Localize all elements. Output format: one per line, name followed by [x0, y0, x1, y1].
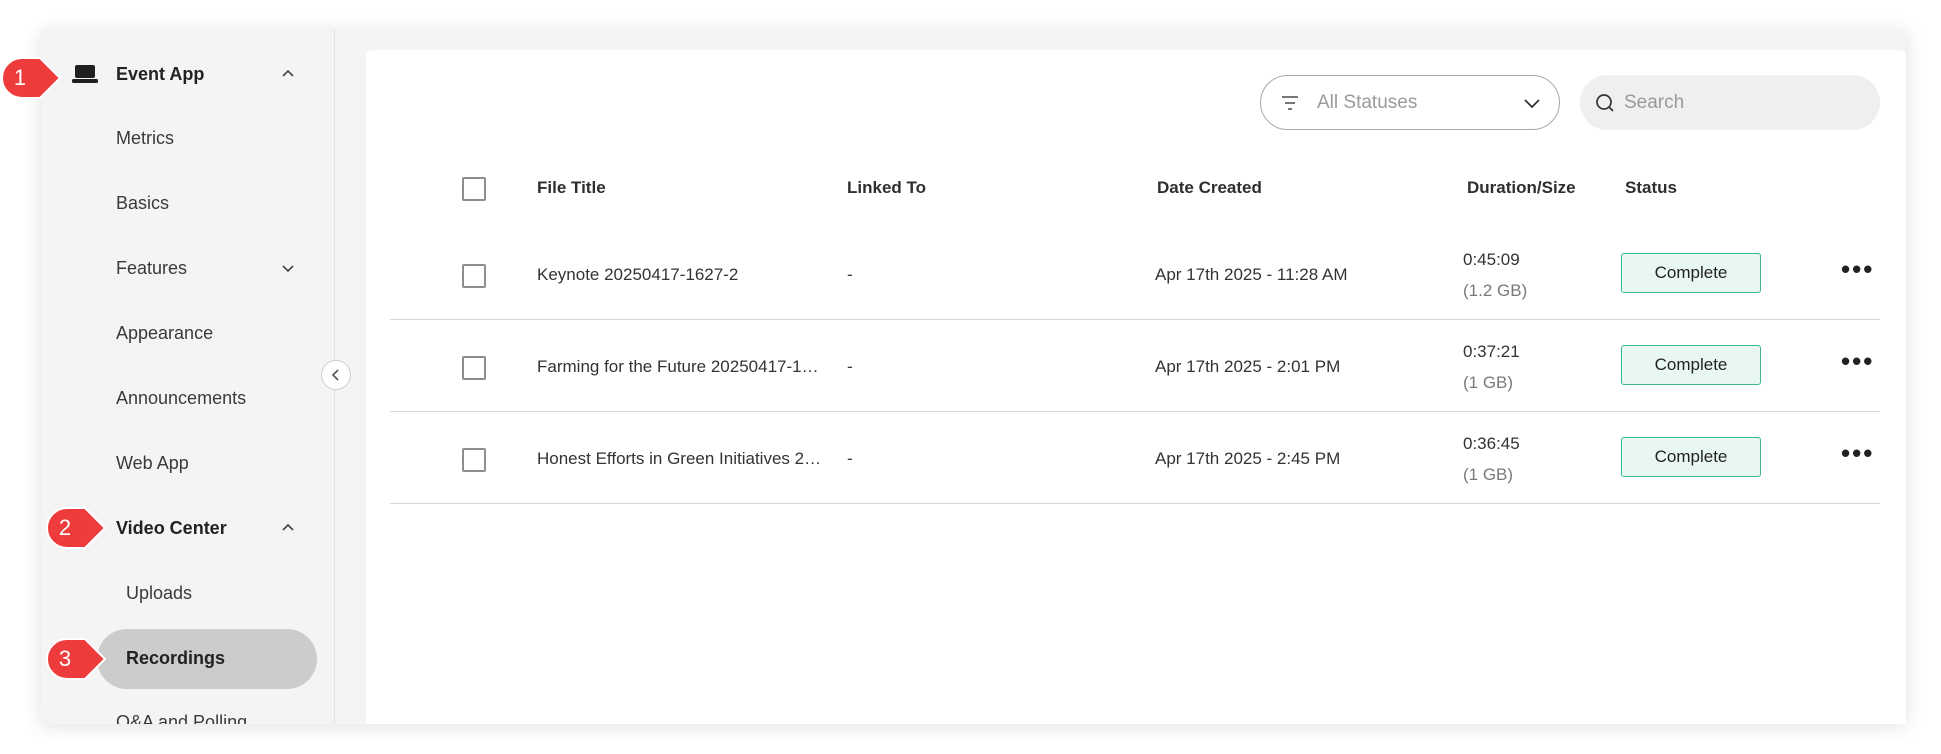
filter-icon [1282, 96, 1298, 110]
size-value: (1.2 GB) [1463, 281, 1528, 300]
select-all-checkbox[interactable] [462, 177, 486, 201]
callout-marker-2: 2 [45, 506, 107, 550]
sidebar-item-qa-polling[interactable]: Q&A and Polling [41, 697, 334, 725]
callout-number: 2 [58, 515, 72, 540]
duration-value: 0:36:45 [1463, 434, 1520, 453]
sidebar-item-label: Uploads [126, 582, 193, 603]
duration-size-cell: 0:45:09 (1.2 GB) [1463, 244, 1527, 306]
date-created-cell: Apr 17th 2025 - 2:01 PM [1155, 357, 1341, 376]
duration-size-cell: 0:37:21 (1 GB) [1463, 336, 1520, 398]
date-created-cell: Apr 17th 2025 - 11:28 AM [1155, 265, 1348, 284]
chevron-up-icon[interactable] [281, 67, 295, 81]
chevron-left-icon [331, 369, 339, 381]
status-filter-select[interactable]: All Statuses [1260, 75, 1560, 130]
table-row[interactable]: Farming for the Future 20250417-1… - Apr… [390, 320, 1880, 412]
duration-size-cell: 0:36:45 (1 GB) [1463, 428, 1520, 490]
status-badge: Complete [1621, 437, 1761, 477]
status-badge: Complete [1621, 253, 1761, 293]
sidebar: Event App Metrics Basics Features Appear… [41, 30, 335, 724]
callout-marker-3: 3 [45, 637, 107, 681]
collapse-sidebar-button[interactable] [321, 360, 351, 390]
search-icon [1596, 94, 1614, 112]
size-value: (1 GB) [1463, 465, 1514, 484]
table-row[interactable]: Keynote 20250417-1627-2 - Apr 17th 2025 … [390, 228, 1880, 320]
app-window: Event App Metrics Basics Features Appear… [41, 30, 1906, 724]
callout-number: 1 [13, 65, 27, 90]
sidebar-item-event-app[interactable]: Event App [41, 49, 334, 99]
duration-value: 0:45:09 [1463, 250, 1520, 269]
sidebar-item-label: Appearance [116, 322, 214, 343]
file-title-cell[interactable]: Keynote 20250417-1627-2 [537, 265, 827, 285]
sidebar-item-label: Features [116, 257, 188, 278]
sidebar-item-metrics[interactable]: Metrics [41, 113, 334, 163]
sidebar-item-label: Video Center [116, 517, 227, 538]
status-badge: Complete [1621, 345, 1761, 385]
laptop-icon [72, 65, 98, 83]
linked-to-cell: - [847, 449, 853, 468]
more-options-button[interactable]: ••• [1841, 346, 1874, 377]
date-created-cell: Apr 17th 2025 - 2:45 PM [1155, 449, 1341, 468]
sidebar-item-label: Web App [116, 452, 189, 473]
recordings-panel: All Statuses File Title Linked To Date C… [366, 50, 1906, 724]
callout-number: 3 [58, 646, 72, 671]
linked-to-cell: - [847, 357, 853, 376]
file-title-cell[interactable]: Honest Efforts in Green Initiatives 2… [537, 449, 827, 469]
callout-marker-1: 1 [0, 56, 62, 100]
sidebar-item-web-app[interactable]: Web App [41, 438, 334, 488]
search-box[interactable] [1580, 75, 1880, 130]
more-options-button[interactable]: ••• [1841, 254, 1874, 285]
chevron-up-icon[interactable] [281, 521, 295, 535]
header-duration-size[interactable]: Duration/Size [1467, 178, 1576, 198]
sidebar-item-announcements[interactable]: Announcements [41, 373, 334, 423]
chevron-down-icon [1524, 99, 1540, 109]
more-options-button[interactable]: ••• [1841, 438, 1874, 469]
search-input[interactable] [1624, 75, 1864, 130]
size-value: (1 GB) [1463, 373, 1514, 392]
table-row[interactable]: Honest Efforts in Green Initiatives 2… -… [390, 412, 1880, 504]
linked-to-cell: - [847, 265, 853, 284]
sidebar-item-features[interactable]: Features [41, 243, 334, 293]
status-filter-value: All Statuses [1317, 91, 1418, 113]
sidebar-item-label: Basics [116, 192, 170, 213]
sidebar-item-label: Event App [116, 63, 205, 84]
sidebar-item-label: Recordings [126, 647, 226, 668]
header-file-title[interactable]: File Title [537, 178, 606, 198]
header-status[interactable]: Status [1625, 178, 1677, 198]
sidebar-item-label: Announcements [116, 387, 247, 408]
header-linked-to[interactable]: Linked To [847, 178, 926, 198]
sidebar-item-uploads[interactable]: Uploads [41, 568, 334, 618]
header-date-created[interactable]: Date Created [1157, 178, 1262, 198]
row-checkbox[interactable] [462, 356, 486, 380]
sidebar-item-label: Metrics [116, 127, 174, 148]
sidebar-item-appearance[interactable]: Appearance [41, 308, 334, 358]
row-checkbox[interactable] [462, 264, 486, 288]
row-checkbox[interactable] [462, 448, 486, 472]
sidebar-item-label: Q&A and Polling [116, 711, 248, 725]
sidebar-item-basics[interactable]: Basics [41, 178, 334, 228]
file-title-cell[interactable]: Farming for the Future 20250417-1… [537, 357, 827, 377]
chevron-down-icon[interactable] [281, 261, 295, 275]
duration-value: 0:37:21 [1463, 342, 1520, 361]
